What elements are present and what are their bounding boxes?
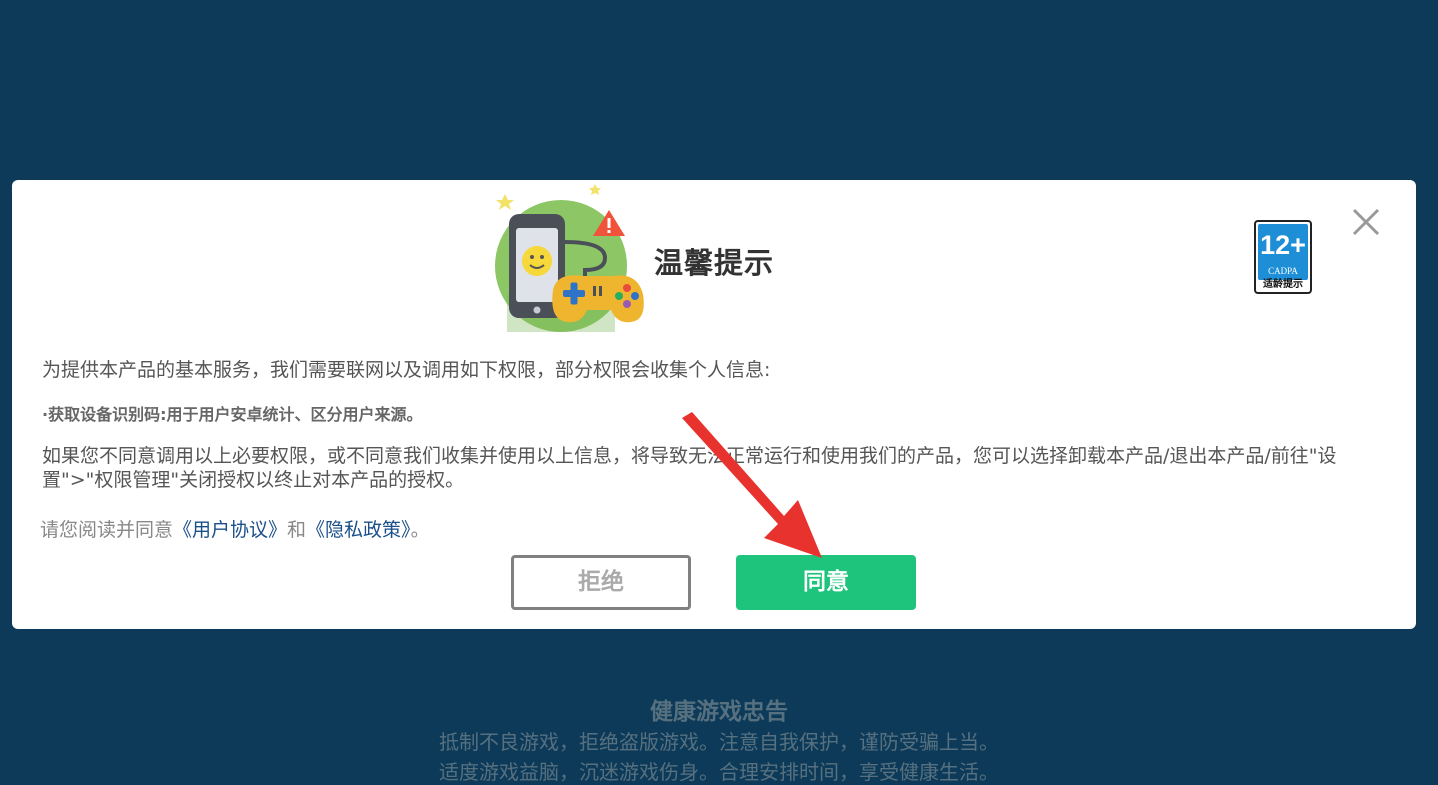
agree-prefix: 请您阅读并同意	[40, 519, 174, 541]
age-rating-org: CADPA	[1268, 266, 1298, 276]
and-text: 和	[287, 519, 307, 541]
health-notice-title: 健康游戏忠告	[650, 699, 788, 725]
agree-button[interactable]: 同意	[736, 555, 916, 610]
age-rating-caption: 适龄提示	[1263, 279, 1303, 290]
privacy-policy-link[interactable]: 《隐私政策》	[306, 519, 411, 541]
permission-item: ·获取设备识别码:用于用户安卓统计、区分用户来源。	[42, 405, 423, 424]
phone-gamepad-icon	[495, 184, 644, 332]
close-icon[interactable]	[1350, 206, 1382, 238]
health-notice-line1: 抵制不良游戏，拒绝盗版游戏。注意自我保护，谨防受骗上当。	[439, 730, 999, 754]
intro-text: 为提供本产品的基本服务，我们需要联网以及调用如下权限，部分权限会收集个人信息:	[42, 359, 771, 381]
end-punct: 。	[410, 519, 430, 541]
permission-dialog: 温馨提示 12+ CADPA 适龄提示 为提供本产品的基本服务，我们需要联网以及…	[12, 180, 1416, 629]
dialog-title: 温馨提示	[654, 246, 775, 280]
age-rating-badge: 12+ CADPA 适龄提示	[1254, 220, 1312, 294]
health-notice-line2: 适度游戏益脑，沉迷游戏伤身。合理安排时间，享受健康生活。	[439, 760, 999, 784]
user-agreement-link[interactable]: 《用户协议》	[173, 519, 287, 541]
refusal-text: 如果您不同意调用以上必要权限，或不同意我们收集并使用以上信息，将导致无法正常运行…	[42, 445, 1337, 491]
age-rating-value: 12+	[1260, 230, 1306, 260]
agreement-notice: 请您阅读并同意《用户协议》和《隐私政策》。	[40, 515, 430, 542]
reject-button[interactable]: 拒绝	[511, 555, 691, 610]
